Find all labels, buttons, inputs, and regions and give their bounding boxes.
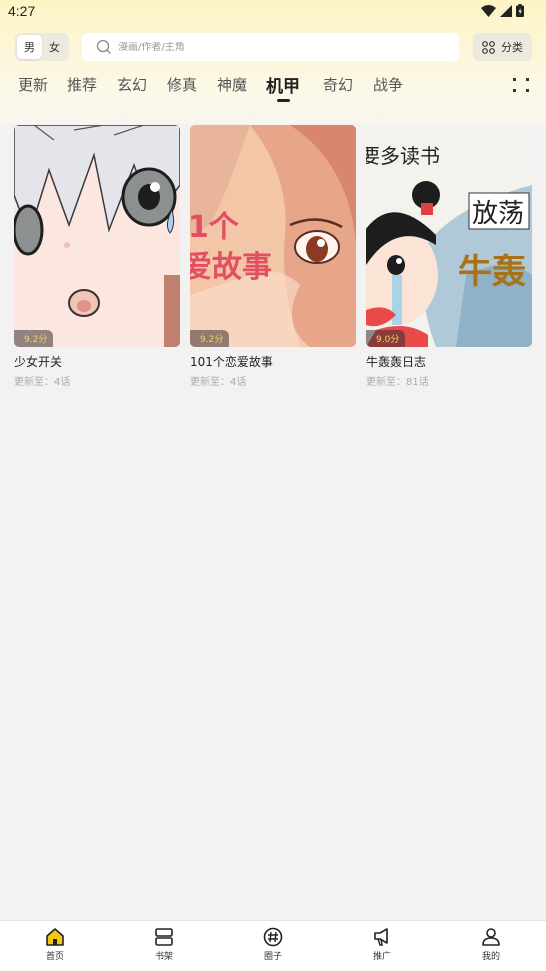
tab-update[interactable]: 更新 xyxy=(18,74,48,95)
category-label: 分类 xyxy=(501,41,523,54)
comic-title[interactable]: 牛轰轰日志 xyxy=(366,353,426,370)
status-time: 4:27 xyxy=(8,3,36,19)
wifi-icon xyxy=(481,4,496,17)
status-bar: 4:27 xyxy=(0,0,546,24)
nav-promote-label: 推广 xyxy=(372,952,391,962)
signal-icon xyxy=(500,4,512,17)
tab-cultivation[interactable]: 修真 xyxy=(167,74,197,95)
rating-badge: 9.2分 xyxy=(190,330,230,347)
nav-home[interactable]: 首页 xyxy=(25,927,85,962)
comic-card[interactable]: 1个 爱故事 9.2分 101个恋爱故事 更新至：4话 xyxy=(190,125,356,388)
comic-card[interactable]: 要多读书 放荡 牛轰 9.0分 牛轰轰日志 更新至：81话 xyxy=(366,125,532,388)
user-icon xyxy=(482,928,500,946)
cover-image-girl-switch xyxy=(14,125,180,347)
nav-profile[interactable]: 我的 xyxy=(461,927,521,962)
nav-circle[interactable]: 圈子 xyxy=(243,927,303,962)
cover-text-read-more: 要多读书 xyxy=(366,144,440,168)
nav-promote[interactable]: 推广 xyxy=(352,927,412,962)
active-tab-indicator xyxy=(277,99,290,102)
comic-update-status: 更新至：81话 xyxy=(366,377,429,388)
cover-text-wild: 放荡 xyxy=(472,199,524,229)
search-box[interactable] xyxy=(82,33,459,61)
tab-magic[interactable]: 奇幻 xyxy=(323,74,353,95)
cover-title-line1: 1个 xyxy=(190,210,240,245)
status-icons xyxy=(481,4,524,17)
comic-update-status: 更新至：4话 xyxy=(14,377,71,388)
comic-cover[interactable]: 1个 爱故事 9.2分 xyxy=(190,125,356,347)
comic-cover[interactable]: 9.2分 xyxy=(14,125,180,347)
nav-bookshelf[interactable]: 书架 xyxy=(134,927,194,962)
nav-home-label: 首页 xyxy=(45,952,64,962)
tab-mecha[interactable]: 机甲 xyxy=(266,72,300,97)
cover-image-niu-honghong: 要多读书 放荡 牛轰 xyxy=(366,125,532,347)
comic-update-status: 更新至：4话 xyxy=(190,377,247,388)
comic-card[interactable]: 9.2分 少女开关 更新至：4话 xyxy=(14,125,180,388)
rating-badge: 9.0分 xyxy=(366,330,406,347)
nav-circle-label: 圈子 xyxy=(263,952,282,962)
tab-gods-demons[interactable]: 神魔 xyxy=(217,74,247,95)
rating-badge: 9.2分 xyxy=(14,330,54,347)
comic-cover[interactable]: 要多读书 放荡 牛轰 9.0分 xyxy=(366,125,532,347)
comic-title[interactable]: 101个恋爱故事 xyxy=(190,353,273,370)
battery-icon xyxy=(516,4,524,17)
nav-profile-label: 我的 xyxy=(481,952,500,962)
home-icon xyxy=(46,928,64,946)
cover-image-love-stories: 1个 爱故事 xyxy=(190,125,356,347)
hashtag-icon xyxy=(263,927,283,947)
tab-war[interactable]: 战争 xyxy=(373,74,403,95)
category-grid-icon xyxy=(482,40,495,54)
category-tabs: 更新 推荐 玄幻 修真 神魔 机甲 奇幻 战争 xyxy=(0,70,546,106)
category-button[interactable]: 分类 xyxy=(473,33,532,61)
tab-recommend[interactable]: 推荐 xyxy=(67,74,97,95)
megaphone-icon xyxy=(374,928,388,946)
search-icon xyxy=(96,39,111,54)
cover-title-line2: 爱故事 xyxy=(190,250,272,285)
gender-male-option[interactable]: 男 xyxy=(17,35,42,59)
cover-text-niu: 牛轰 xyxy=(458,252,526,292)
gender-toggle: 男 女 xyxy=(15,33,69,61)
gender-female-option[interactable]: 女 xyxy=(42,35,67,59)
bookshelf-icon xyxy=(155,928,173,946)
search-input[interactable] xyxy=(118,41,438,53)
bottom-nav: 首页 书架 圈子 推广 我的 xyxy=(0,920,546,971)
nav-bookshelf-label: 书架 xyxy=(154,952,173,962)
expand-tabs-icon[interactable] xyxy=(513,78,529,92)
comic-title[interactable]: 少女开关 xyxy=(14,353,62,370)
tab-fantasy[interactable]: 玄幻 xyxy=(117,74,147,95)
